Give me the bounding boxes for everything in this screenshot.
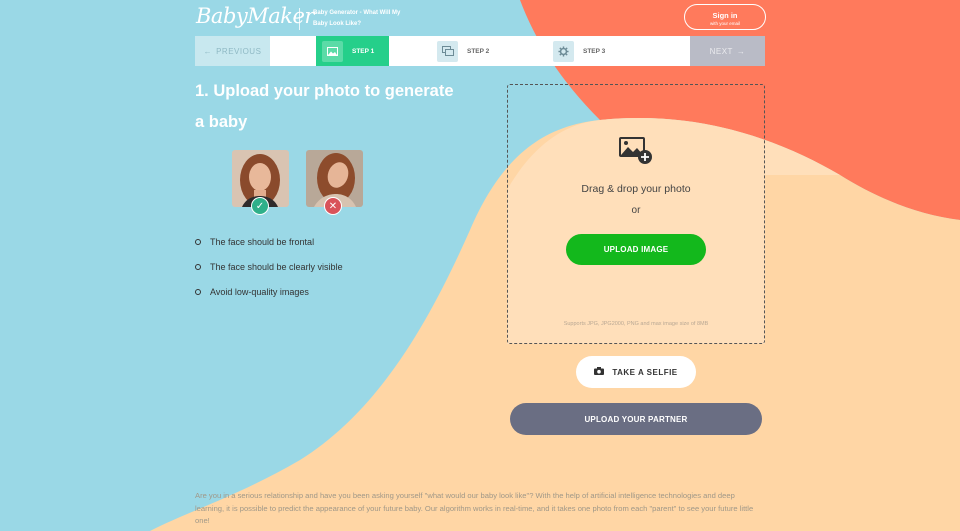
checkmark-icon: ✓ [251, 197, 269, 215]
gear-icon [553, 40, 574, 62]
step-1-label: STEP 1 [352, 47, 375, 55]
bullet-icon [195, 238, 201, 245]
drag-drop-text: Drag & drop your photo [581, 183, 691, 195]
previous-label: PREVIOUS [216, 46, 262, 56]
signin-button[interactable]: Sign in with your email [684, 4, 766, 30]
logo[interactable]: BabyMaker [196, 4, 314, 28]
page-title: 1. Upload your photo to generate a baby [195, 82, 454, 131]
signin-sublabel: with your email [709, 21, 740, 26]
background-shapes [0, 0, 960, 531]
arrow-right-icon: → [736, 46, 746, 56]
take-selfie-button[interactable]: TAKE A SELFIE [576, 356, 696, 388]
list-item: Avoid low-quality images [195, 279, 343, 304]
tab-step-3[interactable]: STEP 3 [553, 36, 605, 66]
tip-text: Avoid low-quality images [210, 286, 309, 297]
tab-step-2[interactable]: STEP 2 [437, 36, 489, 66]
upload-partner-button[interactable]: UPLOAD YOUR PARTNER [510, 403, 762, 435]
close-icon: ✕ [324, 197, 342, 215]
next-label: NEXT [709, 46, 733, 56]
image-icon [322, 40, 343, 62]
description-text: Are you in a serious relationship and ha… [195, 491, 754, 525]
signin-label: Sign in [712, 11, 738, 20]
or-text: or [631, 205, 641, 216]
tip-text: The face should be clearly visible [210, 261, 343, 272]
previous-button[interactable]: ← PREVIOUS [195, 36, 270, 66]
tagline: Baby Generator - What Will My Baby Look … [313, 10, 401, 27]
step-bar: ← PREVIOUS STEP 1 STEP 2 STEP 3 NEXT → [195, 36, 765, 66]
upload-image-button[interactable]: UPLOAD IMAGE [566, 234, 706, 265]
bullet-icon [195, 263, 201, 270]
list-item: The face should be clearly visible [195, 254, 343, 279]
take-selfie-label: TAKE A SELFIE [612, 367, 678, 377]
arrow-left-icon: ← [203, 46, 213, 56]
supported-formats-text: Supports JPG, JPG2000, PNG and max image… [563, 321, 709, 327]
next-button[interactable]: NEXT → [690, 36, 765, 66]
tips-list: The face should be frontal The face shou… [195, 229, 343, 304]
camera-icon [594, 367, 605, 377]
list-item: The face should be frontal [195, 229, 343, 254]
tab-step-1[interactable]: STEP 1 [316, 36, 389, 66]
header-divider [299, 8, 300, 30]
add-image-icon [619, 137, 653, 170]
tip-text: The face should be frontal [210, 236, 315, 247]
step-3-label: STEP 3 [583, 47, 606, 55]
bullet-icon [195, 288, 201, 295]
step-2-label: STEP 2 [467, 47, 490, 55]
images-icon [437, 40, 458, 62]
